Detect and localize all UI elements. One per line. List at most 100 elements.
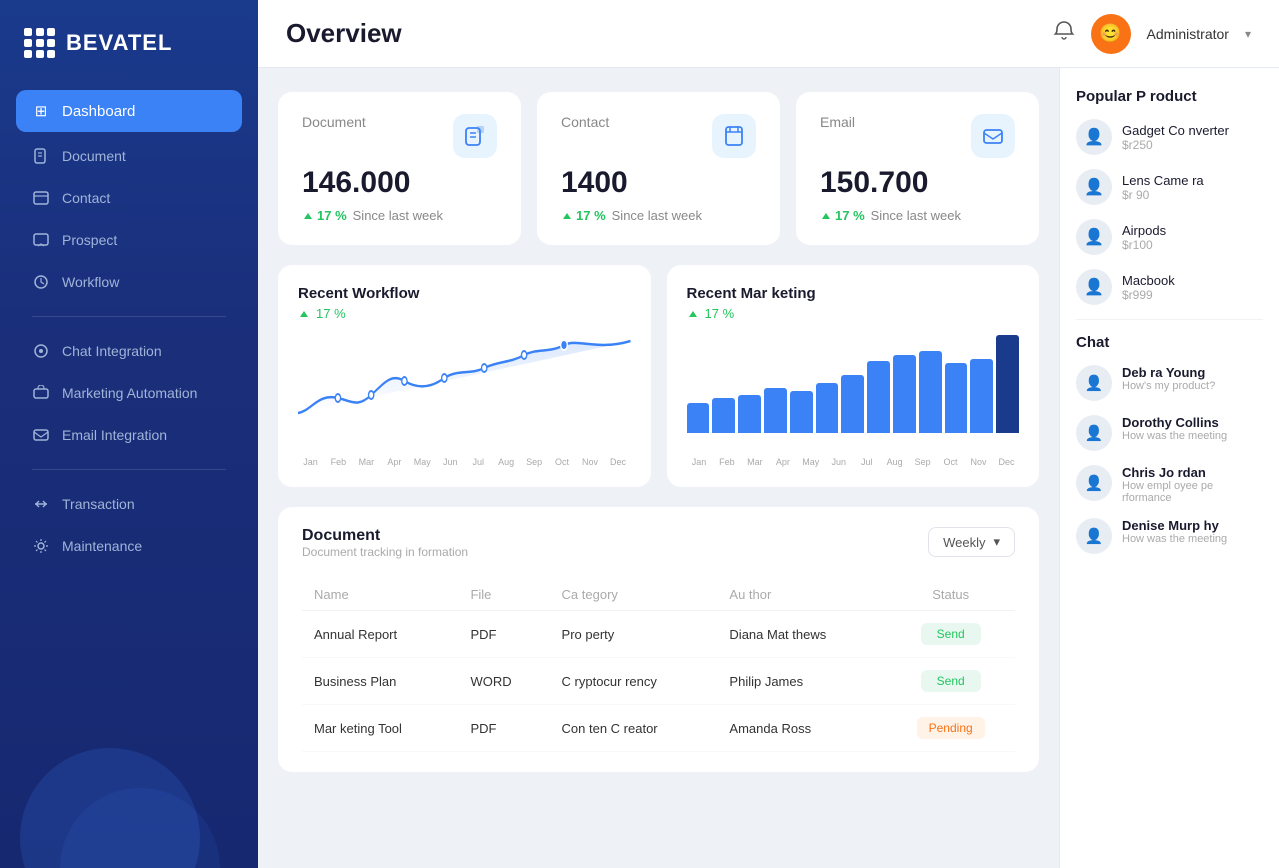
marketing-chart-card: Recent Mar keting 17 % [667,265,1040,487]
document-table-title: Document [302,527,468,545]
sidebar-maintenance-label: Maintenance [62,538,142,554]
product-item-airpods[interactable]: 👤 Airpods $r100 [1076,219,1263,255]
stat-card-email-header: Email [820,114,1015,158]
chevron-down-icon: ▾ [993,534,1000,550]
sidebar-item-contact[interactable]: Contact [16,178,242,218]
notification-button[interactable] [1053,20,1075,48]
chat-item-debra[interactable]: 👤 Deb ra Young How's my product? [1076,365,1263,401]
doc-title-area: Document Document tracking in formation [302,527,468,575]
product-avatar-gadget: 👤 [1076,119,1112,155]
chat-item-denise[interactable]: 👤 Denise Murp hy How was the meeting [1076,518,1263,554]
document-table-subtitle: Document tracking in formation [302,545,468,559]
stat-card-document: Document 146.000 17 % Since last week [278,92,521,245]
product-name-lens: Lens Came ra [1122,173,1263,188]
document-table: Name File Ca tegory Au thor Status Annua… [302,579,1015,752]
logo-area: BEVATEL [0,0,258,82]
chat-item-dorothy[interactable]: 👤 Dorothy Collins How was the meeting [1076,415,1263,451]
sidebar-item-workflow[interactable]: Workflow [16,262,242,302]
page-title: Overview [286,18,402,49]
email-trend-up: 17 % [820,208,865,223]
chat-item-chris[interactable]: 👤 Chris Jo rdan How empl oyee pe rforman… [1076,465,1263,504]
product-avatar-macbook: 👤 [1076,269,1112,305]
product-name-airpods: Airpods [1122,223,1263,238]
nav-divider-2 [32,469,226,470]
chat-msg-dorothy: How was the meeting [1122,430,1263,442]
bar-dec [970,359,993,433]
nav-divider-1 [32,316,226,317]
row-2-name: Business Plan [302,658,458,705]
admin-label: Administrator [1147,26,1229,42]
product-item-lens[interactable]: 👤 Lens Came ra $r 90 [1076,169,1263,205]
sidebar-prospect-label: Prospect [62,232,117,248]
email-integration-icon [32,426,50,444]
row-1-name: Annual Report [302,611,458,658]
stat-card-contact: Contact 1400 17 % Since last week [537,92,780,245]
contact-trend-up: 17 % [561,208,606,223]
chat-info-debra: Deb ra Young How's my product? [1122,365,1263,392]
product-avatar-airpods: 👤 [1076,219,1112,255]
col-name: Name [302,579,458,611]
stat-card-email-icon [971,114,1015,158]
chat-name-dorothy: Dorothy Collins [1122,415,1263,430]
row-1-status: Send [886,611,1015,658]
bar-may [790,391,813,433]
sidebar-item-maintenance[interactable]: Maintenance [16,526,242,566]
row-3-status: Pending [886,705,1015,752]
marketing-chart [687,333,1020,453]
workflow-trend: 17 % [298,306,631,321]
sidebar-item-prospect[interactable]: Prospect [16,220,242,260]
document-table-header: Document Document tracking in formation … [302,527,1015,575]
sidebar-item-marketing-automation[interactable]: Marketing Automation [16,373,242,413]
stat-card-email: Email 150.700 17 % Since last week [796,92,1039,245]
stat-card-contact-header: Contact [561,114,756,158]
sidebar-item-email-integration[interactable]: Email Integration [16,415,242,455]
bar-feb [712,398,735,433]
sidebar-workflow-label: Workflow [62,274,119,290]
maintenance-icon [32,537,50,555]
row-1-file: PDF [458,611,549,658]
sidebar-item-document[interactable]: Document [16,136,242,176]
product-item-macbook[interactable]: 👤 Macbook $r999 [1076,269,1263,305]
sidebar-item-dashboard[interactable]: ⊞ Dashboard [16,90,242,132]
right-divider [1076,319,1263,320]
sidebar-item-label: Dashboard [62,103,135,120]
popular-product-title: Popular P roduct [1076,88,1263,105]
row-2-file: WORD [458,658,549,705]
chevron-down-icon[interactable]: ▾ [1245,27,1251,41]
sidebar-item-chat-integration[interactable]: Chat Integration [16,331,242,371]
bar-apr [764,388,787,433]
sidebar-nav: ⊞ Dashboard Document Contact Prospect [0,82,258,576]
stat-card-contact-label: Contact [561,114,609,130]
stat-card-document-label: Document [302,114,366,130]
product-name-macbook: Macbook [1122,273,1263,288]
contact-icon [32,189,50,207]
bar-oct [919,351,942,433]
document-trend-text: Since last week [353,208,443,223]
table-row[interactable]: Annual Report PDF Pro perty Diana Mat th… [302,611,1015,658]
product-name-gadget: Gadget Co nverter [1122,123,1263,138]
row-1-category: Pro perty [550,611,718,658]
stat-card-document-trend: 17 % Since last week [302,208,497,223]
sidebar-item-transaction[interactable]: Transaction [16,484,242,524]
prospect-icon [32,231,50,249]
document-table-card: Document Document tracking in formation … [278,507,1039,772]
product-item-gadget[interactable]: 👤 Gadget Co nverter $r250 [1076,119,1263,155]
chat-info-dorothy: Dorothy Collins How was the meeting [1122,415,1263,442]
product-info-macbook: Macbook $r999 [1122,273,1263,302]
table-row[interactable]: Mar keting Tool PDF Con ten C reator Ama… [302,705,1015,752]
document-trend-up: 17 % [302,208,347,223]
stat-card-document-icon [453,114,497,158]
row-3-name: Mar keting Tool [302,705,458,752]
weekly-filter-button[interactable]: Weekly ▾ [928,527,1015,557]
col-category: Ca tegory [550,579,718,611]
sidebar-marketing-label: Marketing Automation [62,385,197,401]
marketing-icon [32,384,50,402]
chat-msg-denise: How was the meeting [1122,533,1263,545]
product-avatar-lens: 👤 [1076,169,1112,205]
workflow-chart-title: Recent Workflow [298,285,631,302]
table-header-row: Name File Ca tegory Au thor Status [302,579,1015,611]
bar-jun [816,383,839,433]
table-row[interactable]: Business Plan WORD C ryptocur rency Phil… [302,658,1015,705]
document-table-head: Name File Ca tegory Au thor Status [302,579,1015,611]
col-author: Au thor [717,579,886,611]
